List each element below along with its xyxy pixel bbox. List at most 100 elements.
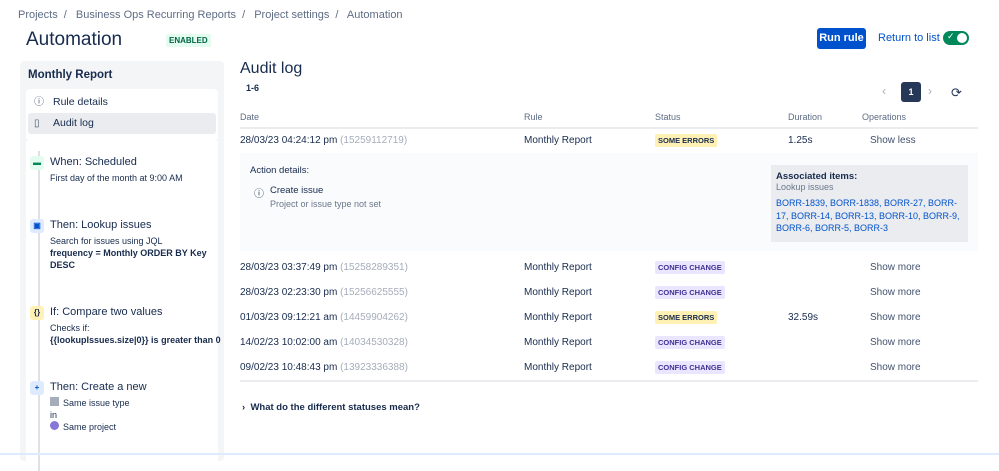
- step-desc: First day of the month at 9:00 AM: [50, 173, 183, 183]
- status-lozenge: SOME ERRORS: [655, 311, 718, 324]
- lookup-icon: ▣: [30, 219, 44, 233]
- step-title: Then: Create a new: [50, 381, 147, 393]
- faq-label: What do the different statuses mean?: [250, 402, 420, 413]
- associated-issue-links[interactable]: BORR-1839, BORR-1838, BORR-27, BORR-17, …: [776, 197, 963, 235]
- step-line: Same issue type: [63, 398, 130, 408]
- col-date: Date: [240, 112, 260, 122]
- plus-icon: +: [30, 381, 44, 395]
- statuses-help-expander[interactable]: › What do the different statuses mean?: [242, 402, 420, 413]
- action-details-heading: Action details:: [250, 165, 310, 176]
- jql-query: frequency = Monthly ORDER BY Key DESC: [50, 248, 207, 270]
- action-name: Create issue: [270, 185, 324, 196]
- show-toggle-link[interactable]: Show more: [870, 337, 921, 348]
- step-title: If: Compare two values: [50, 306, 163, 318]
- calendar-icon: ▬: [30, 156, 44, 170]
- table-row: 28/03/23 04:24:12 pm (15259112719) Month…: [240, 134, 978, 149]
- col-rule: Rule: [524, 112, 543, 122]
- step-line: Same project: [63, 422, 117, 432]
- date-text: 01/03/23 09:12:21 am: [240, 312, 338, 323]
- row-rule: Monthly Report: [524, 337, 592, 348]
- breadcrumb-automation[interactable]: Automation: [347, 9, 403, 21]
- status-lozenge: SOME ERRORS: [655, 134, 718, 147]
- row-rule: Monthly Report: [524, 362, 592, 373]
- row-date: 28/03/23 02:23:30 pm (15256625555): [240, 287, 408, 298]
- chevron-left-icon[interactable]: ‹: [882, 84, 886, 98]
- show-toggle-link[interactable]: Show more: [870, 262, 921, 273]
- status-badge: ENABLED: [166, 34, 211, 47]
- table-row: 14/02/23 10:02:00 am (14034530328) Month…: [240, 336, 978, 351]
- execution-id: (14034530328): [340, 337, 408, 348]
- show-toggle-link[interactable]: Show more: [870, 312, 921, 323]
- sidebar-item-label: Audit log: [53, 117, 94, 129]
- action-message: Project or issue type not set: [270, 199, 382, 209]
- row-rule: Monthly Report: [524, 135, 592, 146]
- audit-log-title: Audit log: [240, 60, 303, 77]
- page-button[interactable]: 1: [901, 82, 921, 102]
- date-text: 28/03/23 02:23:30 pm: [240, 287, 338, 298]
- project-icon: [50, 421, 59, 430]
- execution-id: (15256625555): [340, 287, 408, 298]
- refresh-icon[interactable]: ⟳: [951, 85, 962, 101]
- row-rule: Monthly Report: [524, 312, 592, 323]
- issue-type-icon: [50, 397, 59, 406]
- row-date: 09/02/23 10:48:43 pm (13923336388): [240, 362, 408, 373]
- breadcrumb-project[interactable]: Business Ops Recurring Reports: [76, 9, 236, 21]
- execution-id: (13923336388): [340, 362, 408, 373]
- breadcrumb-projects[interactable]: Projects: [18, 9, 58, 21]
- status-lozenge: CONFIG CHANGE: [655, 261, 725, 274]
- row-rule: Monthly Report: [524, 287, 592, 298]
- show-toggle-link[interactable]: Show more: [870, 362, 921, 373]
- step-title: When: Scheduled: [50, 156, 137, 168]
- row-date: 14/02/23 10:02:00 am (14034530328): [240, 337, 408, 348]
- page-title: Automation: [26, 29, 123, 50]
- associated-title: Associated items:: [776, 171, 858, 182]
- breadcrumb: Projects / Business Ops Recurring Reports…: [18, 9, 403, 21]
- check-icon: ✓: [947, 31, 955, 41]
- show-toggle-link[interactable]: Show less: [870, 135, 916, 146]
- step-desc: Search for issues using JQL: [50, 236, 163, 246]
- step-line: in: [50, 410, 58, 420]
- chevron-right-icon[interactable]: ›: [928, 84, 932, 98]
- col-duration: Duration: [788, 112, 823, 122]
- table-row: 28/03/23 02:23:30 pm (15256625555) Month…: [240, 286, 978, 301]
- enable-toggle[interactable]: ✓: [943, 31, 969, 45]
- action-details-panel: Action details: ⓘ Create issue Project o…: [240, 153, 978, 251]
- sidebar-item-rule-details[interactable]: ⓘ Rule details: [28, 92, 216, 113]
- row-duration: 1.25s: [788, 135, 813, 146]
- status-lozenge: CONFIG CHANGE: [655, 336, 725, 349]
- associated-items: Associated items: Lookup issues BORR-183…: [771, 165, 968, 242]
- row-rule: Monthly Report: [524, 262, 592, 273]
- row-date: 01/03/23 09:12:21 am (14459904262): [240, 312, 408, 323]
- row-duration: 32.59s: [788, 312, 819, 323]
- table-row: 28/03/23 03:37:49 pm (15258289351) Month…: [240, 261, 978, 276]
- col-operations: Operations: [862, 112, 907, 122]
- info-icon: ⓘ: [34, 97, 44, 108]
- row-date: 28/03/23 04:24:12 pm (15259112719): [240, 135, 407, 146]
- condition-expr: {{lookupIssues.size|0}} is greater than …: [50, 335, 221, 345]
- execution-id: (15258289351): [340, 262, 408, 273]
- rule-name: Monthly Report: [28, 69, 113, 81]
- execution-id: (15259112719): [340, 135, 408, 146]
- execution-id: (14459904262): [340, 312, 408, 323]
- info-icon: ⓘ: [254, 189, 264, 200]
- row-date: 28/03/23 03:37:49 pm (15258289351): [240, 262, 408, 273]
- table-row: 01/03/23 09:12:21 am (14459904262) Month…: [240, 311, 978, 326]
- date-text: 09/02/23 10:48:43 pm: [240, 362, 338, 373]
- pagination: ‹ 1 › ⟳: [876, 82, 976, 102]
- show-toggle-link[interactable]: Show more: [870, 287, 921, 298]
- table-row: 09/02/23 10:48:43 pm (13923336388) Month…: [240, 361, 978, 376]
- breadcrumb-settings[interactable]: Project settings: [254, 9, 329, 21]
- col-status: Status: [655, 112, 681, 122]
- date-text: 14/02/23 10:02:00 am: [240, 337, 338, 348]
- sidebar-item-audit-log[interactable]: ▯ Audit log: [28, 113, 216, 134]
- date-text: 28/03/23 04:24:12 pm: [240, 135, 338, 146]
- associated-label: Lookup issues: [776, 182, 834, 192]
- step-title: Then: Lookup issues: [50, 219, 152, 231]
- return-to-list-link[interactable]: Return to list: [878, 32, 940, 44]
- date-text: 28/03/23 03:37:49 pm: [240, 262, 338, 273]
- step-desc: Checks if:: [50, 323, 90, 333]
- status-lozenge: CONFIG CHANGE: [655, 286, 725, 299]
- document-icon: ▯: [34, 118, 40, 129]
- rule-sidebar: Monthly Report ⓘ Rule details ▯ Audit log …: [20, 61, 224, 471]
- run-rule-button[interactable]: Run rule: [817, 28, 866, 49]
